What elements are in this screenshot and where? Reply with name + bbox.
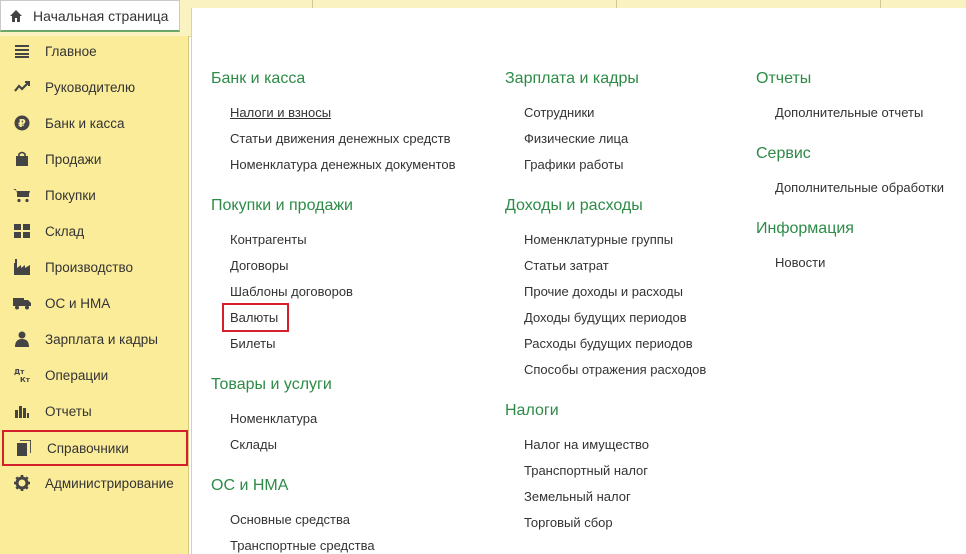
sidebar: Главное Руководителю ₽ Банк и касса Прод… <box>0 36 189 554</box>
sidebar-item-label: Склад <box>45 223 85 239</box>
sidebar-item-label: Зарплата и кадры <box>45 331 158 347</box>
group-title-reports: Отчеты <box>756 70 812 87</box>
sidebar-item-label: ОС и НМА <box>45 295 111 311</box>
link-additional-processing[interactable]: Дополнительные обработки <box>775 180 944 195</box>
link-property-tax[interactable]: Налог на имущество <box>524 437 649 452</box>
link-transport-tax[interactable]: Транспортный налог <box>524 463 648 478</box>
sidebar-item-salary[interactable]: Зарплата и кадры <box>0 321 189 357</box>
group-title-purchases-sales: Покупки и продажи <box>211 197 353 214</box>
group-title-goods: Товары и услуги <box>211 376 332 393</box>
grid-icon <box>12 221 32 241</box>
link-money-documents[interactable]: Номенклатура денежных документов <box>230 157 456 172</box>
link-cost-items[interactable]: Статьи затрат <box>524 258 609 273</box>
home-tab-label: Начальная страница <box>33 7 169 24</box>
link-vehicles[interactable]: Транспортные средства <box>230 538 375 553</box>
sidebar-item-label: Продажи <box>45 151 102 167</box>
sidebar-item-manager[interactable]: Руководителю <box>0 69 189 105</box>
sidebar-item-production[interactable]: Производство <box>0 249 189 285</box>
link-cash-flow-items[interactable]: Статьи движения денежных средств <box>230 131 451 146</box>
cart-icon <box>12 185 32 205</box>
sidebar-item-bank[interactable]: ₽ Банк и касса <box>0 105 189 141</box>
group-title-service: Сервис <box>756 145 811 162</box>
link-currencies[interactable]: Валюты <box>230 310 278 325</box>
group-title-taxes: Налоги <box>505 402 559 419</box>
bar-chart-icon <box>12 401 32 421</box>
sidebar-item-reports[interactable]: Отчеты <box>0 393 189 429</box>
tab-divider <box>312 0 313 8</box>
sidebar-item-purchases[interactable]: Покупки <box>0 177 189 213</box>
sidebar-item-label: Справочники <box>47 440 129 456</box>
sidebar-item-label: Руководителю <box>45 79 136 95</box>
link-work-schedules[interactable]: Графики работы <box>524 157 623 172</box>
link-taxes-contributions[interactable]: Налоги и взносы <box>230 105 331 120</box>
dt-kt-icon: Дт Кт <box>12 365 32 385</box>
link-expense-reflection[interactable]: Способы отражения расходов <box>524 362 706 377</box>
link-nomenclature-groups[interactable]: Номенклатурные группы <box>524 232 673 247</box>
sidebar-item-label: Главное <box>45 43 97 59</box>
sidebar-item-warehouse[interactable]: Склад <box>0 213 189 249</box>
group-title-income-expense: Доходы и расходы <box>505 197 643 214</box>
tab-divider <box>880 0 881 8</box>
group-title-bank: Банк и касса <box>211 70 306 87</box>
sidebar-item-label: Операции <box>45 367 109 383</box>
home-tab[interactable]: Начальная страница <box>0 0 180 32</box>
directories-panel: Банк и касса Налоги и взносы Статьи движ… <box>191 8 966 554</box>
group-title-info: Информация <box>756 220 854 237</box>
svg-text:₽: ₽ <box>18 117 26 130</box>
ruble-icon: ₽ <box>12 113 32 133</box>
sidebar-item-sales[interactable]: Продажи <box>0 141 189 177</box>
link-land-tax[interactable]: Земельный налог <box>524 489 631 504</box>
link-additional-reports[interactable]: Дополнительные отчеты <box>775 105 923 120</box>
sidebar-item-label: Покупки <box>45 187 96 203</box>
link-contract-templates[interactable]: Шаблоны договоров <box>230 284 353 299</box>
link-tickets[interactable]: Билеты <box>230 336 275 351</box>
books-icon <box>14 438 34 458</box>
link-employees[interactable]: Сотрудники <box>524 105 594 120</box>
link-contracts[interactable]: Договоры <box>230 258 288 273</box>
sidebar-item-operations[interactable]: Дт Кт Операции <box>0 357 189 393</box>
sidebar-item-admin[interactable]: Администрирование <box>0 465 189 501</box>
tab-divider <box>616 0 617 8</box>
factory-icon <box>12 257 32 277</box>
gear-icon <box>12 473 32 493</box>
link-other-income-expense[interactable]: Прочие доходы и расходы <box>524 284 683 299</box>
shopping-bag-icon <box>12 149 32 169</box>
truck-icon <box>12 293 32 313</box>
svg-text:Кт: Кт <box>20 376 30 383</box>
trend-icon <box>12 77 32 97</box>
link-deferred-income[interactable]: Доходы будущих периодов <box>524 310 687 325</box>
group-title-os-nma: ОС и НМА <box>211 477 289 494</box>
person-icon <box>12 329 32 349</box>
link-warehouses[interactable]: Склады <box>230 437 277 452</box>
sidebar-item-label: Банк и касса <box>45 115 125 131</box>
link-deferred-expenses[interactable]: Расходы будущих периодов <box>524 336 693 351</box>
link-news[interactable]: Новости <box>775 255 825 270</box>
svg-text:Дт: Дт <box>14 368 25 376</box>
sidebar-item-label: Отчеты <box>45 403 92 419</box>
link-nomenclature[interactable]: Номенклатура <box>230 411 317 426</box>
link-counterparties[interactable]: Контрагенты <box>230 232 307 247</box>
sidebar-item-directories[interactable]: Справочники <box>2 430 188 466</box>
menu-lines-icon <box>12 41 32 61</box>
sidebar-item-os-nma[interactable]: ОС и НМА <box>0 285 189 321</box>
group-title-salary: Зарплата и кадры <box>505 70 639 87</box>
link-individuals[interactable]: Физические лица <box>524 131 628 146</box>
sidebar-item-label: Администрирование <box>45 475 174 491</box>
home-icon <box>9 9 23 23</box>
link-fixed-assets[interactable]: Основные средства <box>230 512 350 527</box>
sidebar-item-main[interactable]: Главное <box>0 33 189 69</box>
sidebar-item-label: Производство <box>45 259 134 275</box>
link-trade-fee[interactable]: Торговый сбор <box>524 515 613 530</box>
